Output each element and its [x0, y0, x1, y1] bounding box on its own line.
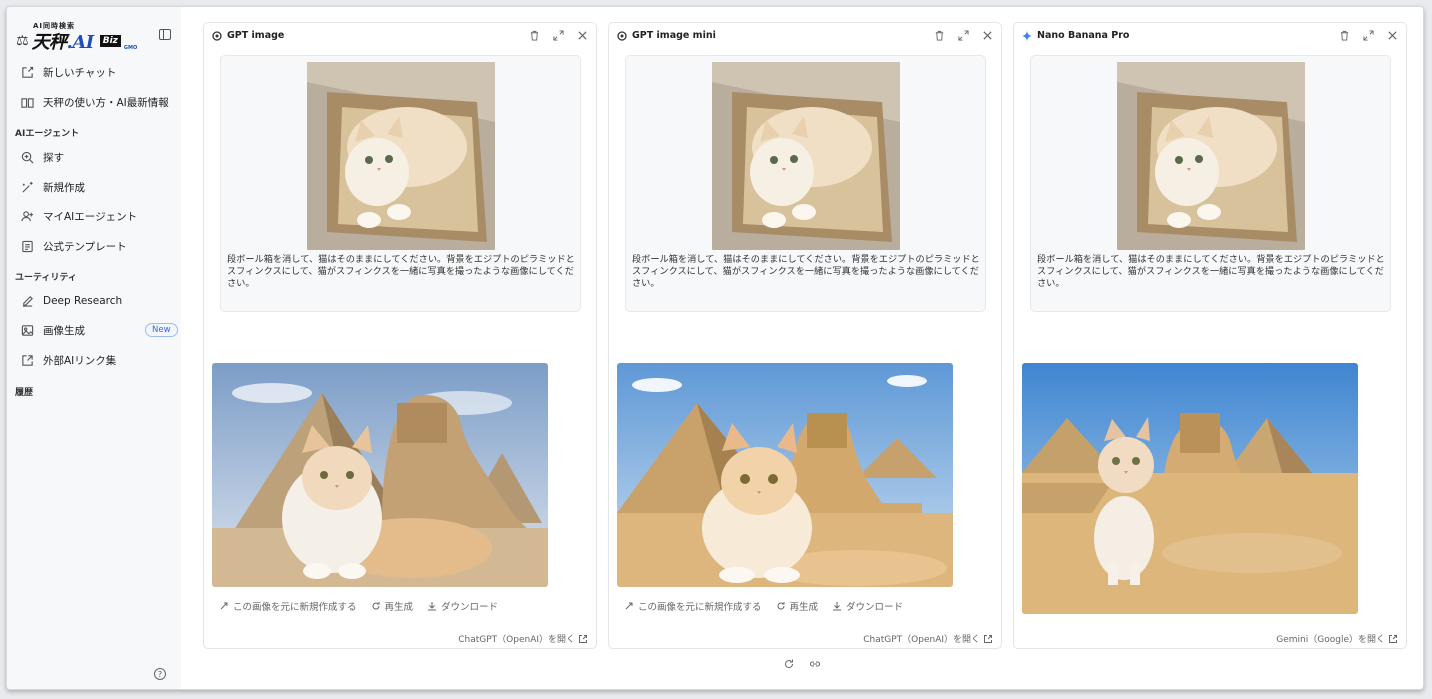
sidebar-item-guide[interactable]: 天秤の使い方・AI最新情報	[21, 95, 169, 110]
external-link-icon	[579, 634, 587, 643]
close-icon[interactable]	[981, 29, 993, 41]
branch-icon	[625, 602, 633, 610]
book-icon	[21, 96, 34, 109]
sidebar-item-label: Deep Research	[43, 294, 123, 307]
new-from-image-button[interactable]: この画像を元に新規作成する	[219, 599, 357, 613]
regenerate-icon	[777, 602, 785, 610]
sidebar-item-label: 外部AIリンク集	[43, 355, 117, 367]
prompt-card: 段ボール箱を消して、猫はそのままにしてください。背景をエジプトのピラミッドとスフ…	[1030, 55, 1391, 312]
scale-icon: ⚖	[16, 33, 29, 49]
sidebar: AI同時検索 ⚖ 天秤.AI Biz GMO 新しいチャット 天秤の使い方・AI…	[7, 7, 181, 689]
result-actions: この画像を元に新規作成する 再生成 ダウンロード	[624, 599, 903, 613]
section-agents: AIエージェント	[15, 129, 80, 139]
brand-logo[interactable]: ⚖ 天秤.AI Biz GMO	[16, 31, 138, 53]
sidebar-item-new-chat[interactable]: 新しいチャット	[21, 65, 116, 80]
panel-actions	[1338, 29, 1398, 41]
sidebar-item-templates[interactable]: 公式テンプレート	[21, 239, 127, 254]
sidebar-item-label: 天秤の使い方・AI最新情報	[43, 97, 169, 109]
regenerate-icon	[372, 602, 380, 610]
open-chatgpt-link[interactable]: ChatGPT（OpenAI）を開く	[863, 632, 993, 645]
bottom-toolbar	[783, 658, 821, 670]
sidebar-item-label: 探す	[43, 152, 64, 164]
open-gemini-link[interactable]: Gemini（Google）を開く	[1276, 632, 1398, 645]
expand-icon[interactable]	[957, 29, 969, 41]
trash-icon[interactable]	[1338, 29, 1350, 41]
prompt-card: 段ボール箱を消して、猫はそのままにしてください。背景をエジプトのピラミッドとスフ…	[625, 55, 986, 312]
sidebar-item-label: 公式テンプレート	[43, 241, 127, 253]
close-icon[interactable]	[576, 29, 588, 41]
sidebar-item-create[interactable]: 新規作成	[21, 180, 85, 195]
sidebar-item-image-gen[interactable]: 画像生成 New	[21, 323, 178, 338]
model-panel-nano-banana-pro: Nano Banana Pro 段ボール箱を消して、猫はそのままにしてください。	[1013, 22, 1407, 649]
prompt-text: 段ボール箱を消して、猫はそのままにしてください。背景をエジプトのピラミッドとスフ…	[227, 254, 575, 289]
sidebar-item-label: マイAIエージェント	[43, 211, 138, 223]
magic-wand-icon	[21, 181, 34, 194]
sidebar-item-label: 画像生成	[43, 325, 85, 337]
sidebar-item-deep-research[interactable]: Deep Research	[21, 294, 122, 307]
source-cat-in-box-image	[1117, 62, 1305, 250]
search-icon	[21, 151, 34, 164]
download-icon	[833, 602, 842, 611]
help-icon[interactable]: ?	[154, 668, 166, 680]
gemini-sparkle-icon	[1022, 30, 1032, 41]
sidebar-item-label: 新しいチャット	[43, 67, 117, 79]
result-image-cat-sphinx[interactable]	[1022, 363, 1358, 614]
expand-icon[interactable]	[1362, 29, 1374, 41]
section-utility: ユーティリティ	[15, 273, 77, 283]
biz-badge: Biz	[99, 35, 121, 47]
sidebar-toggle-icon[interactable]	[159, 29, 171, 40]
trash-icon[interactable]	[933, 29, 945, 41]
app-window: AI同時検索 ⚖ 天秤.AI Biz GMO 新しいチャット 天秤の使い方・AI…	[6, 6, 1424, 690]
panel-actions	[933, 29, 993, 41]
result-actions: この画像を元に新規作成する 再生成 ダウンロード	[219, 599, 498, 613]
prompt-card: 段ボール箱を消して、猫はそのままにしてください。背景をエジプトのピラミッドとスフ…	[220, 55, 581, 312]
openai-icon	[212, 30, 222, 41]
external-link-icon	[1389, 634, 1397, 643]
image-icon	[21, 324, 34, 337]
sidebar-item-search[interactable]: 探す	[21, 150, 64, 165]
regenerate-button[interactable]: 再生成	[371, 599, 413, 613]
edit-icon	[21, 66, 34, 79]
source-cat-in-box-image	[712, 62, 900, 250]
close-icon[interactable]	[1386, 29, 1398, 41]
prompt-text: 段ボール箱を消して、猫はそのままにしてください。背景をエジプトのピラミッドとスフ…	[1037, 254, 1385, 289]
model-name: Nano Banana Pro	[1037, 30, 1130, 41]
sidebar-item-label: 新規作成	[43, 182, 85, 194]
external-link-icon	[21, 354, 34, 367]
download-button[interactable]: ダウンロード	[427, 599, 498, 613]
brand-name: 天秤.AI	[31, 32, 95, 53]
model-name: GPT image	[227, 30, 285, 41]
download-button[interactable]: ダウンロード	[832, 599, 903, 613]
sidebar-item-my-agents[interactable]: マイAIエージェント	[21, 209, 137, 224]
trash-icon[interactable]	[528, 29, 540, 41]
openai-icon	[617, 30, 627, 41]
regenerate-button[interactable]: 再生成	[776, 599, 818, 613]
open-chatgpt-link[interactable]: ChatGPT（OpenAI）を開く	[458, 632, 588, 645]
model-panel-gpt-image: GPT image 段ボール箱を消して、猫はそのままにしてください。背景をエジプ	[203, 22, 597, 649]
result-image-cat-sphinx[interactable]	[617, 363, 953, 587]
pen-icon	[21, 294, 34, 307]
new-badge: New	[145, 323, 178, 337]
link-icon[interactable]	[809, 658, 821, 670]
section-history: 履歴	[15, 388, 34, 398]
result-image-cat-sphinx[interactable]	[212, 363, 548, 587]
new-from-image-button[interactable]: この画像を元に新規作成する	[624, 599, 762, 613]
template-icon	[21, 240, 34, 253]
expand-icon[interactable]	[552, 29, 564, 41]
model-panel-gpt-image-mini: GPT image mini 段ボール箱を消して、猫はそのままにしてください。背	[608, 22, 1002, 649]
prompt-text: 段ボール箱を消して、猫はそのままにしてください。背景をエジプトのピラミッドとスフ…	[632, 254, 980, 289]
regenerate-all-icon[interactable]	[783, 658, 795, 670]
external-link-icon	[984, 634, 992, 643]
branch-icon	[220, 602, 228, 610]
panel-actions	[528, 29, 588, 41]
user-plus-icon	[21, 210, 34, 223]
source-cat-in-box-image	[307, 62, 495, 250]
download-icon	[428, 602, 437, 611]
model-name: GPT image mini	[632, 30, 716, 41]
gmo-label: GMO	[123, 45, 138, 51]
sidebar-item-external-links[interactable]: 外部AIリンク集	[21, 353, 116, 368]
